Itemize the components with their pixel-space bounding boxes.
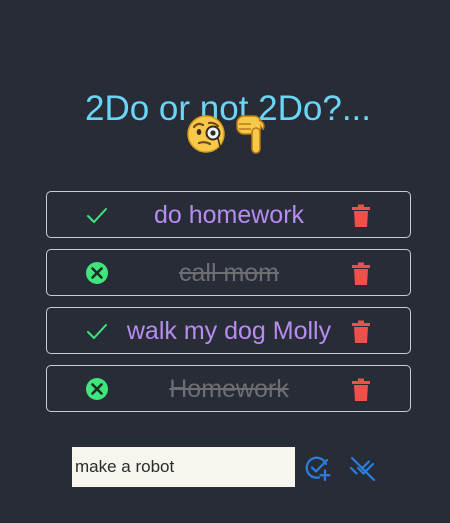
todo-item: do homework [46, 191, 411, 238]
trash-icon[interactable] [350, 320, 372, 344]
todo-list: do homework call mom walk my dog Molly H… [46, 191, 411, 423]
trash-icon[interactable] [350, 378, 372, 402]
todo-label: walk my dog Molly [126, 317, 332, 345]
circle-x-icon[interactable] [85, 261, 109, 285]
backhand-index-pointing-down-icon [236, 115, 265, 154]
face-with-monocle-icon [187, 115, 225, 153]
remove-done-icon[interactable] [349, 455, 376, 481]
new-task-input[interactable] [72, 447, 295, 487]
todo-item: Homework [46, 365, 411, 412]
circle-x-icon[interactable] [85, 377, 109, 401]
todo-item: call mom [46, 249, 411, 296]
todo-label: call mom [178, 259, 279, 287]
trash-icon[interactable] [350, 204, 372, 228]
todo-item: walk my dog Molly [46, 307, 411, 354]
todo-label: do homework [153, 201, 305, 229]
trash-icon[interactable] [350, 262, 372, 286]
add-task-icon[interactable] [305, 455, 331, 481]
todo-label: Homework [169, 375, 289, 403]
check-icon[interactable] [85, 319, 109, 343]
check-icon[interactable] [85, 203, 109, 227]
title-emojis [186, 113, 276, 155]
todo-app: 2Do or not 2Do?... do homework call mom … [0, 0, 450, 523]
